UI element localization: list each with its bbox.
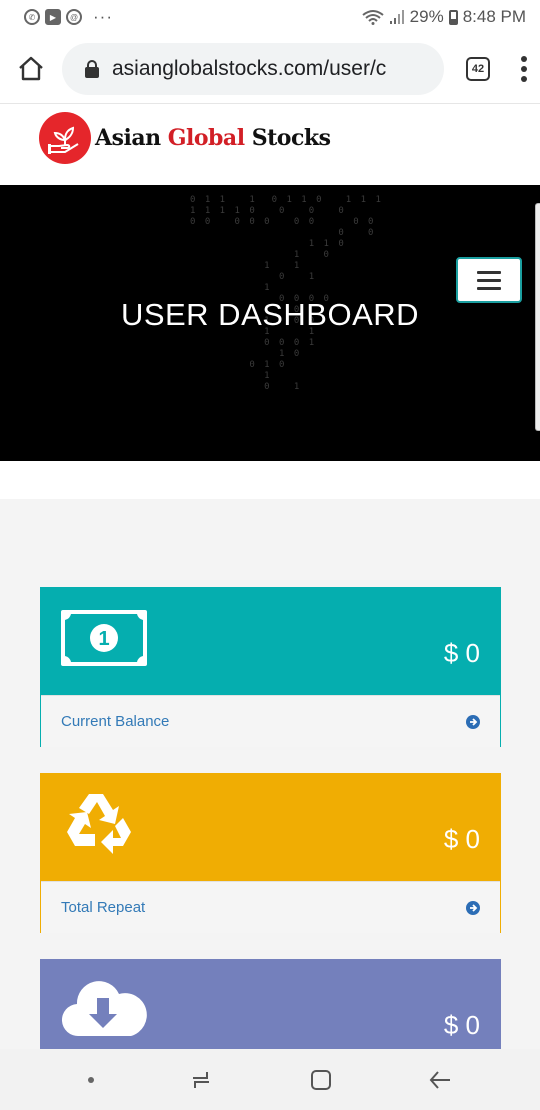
youtube-icon: ▶ [45,9,61,25]
battery-percent: 29% [409,7,444,26]
whatsapp-icon: ✆ [24,9,40,25]
home-icon[interactable] [16,54,46,84]
status-overflow: ··· [93,7,113,26]
card-label[interactable]: Current Balance [61,713,169,730]
status-system-icons: 29% 8:48 PM [362,7,526,27]
logo-hand-plant-icon [39,112,91,164]
address-bar[interactable]: asianglobalstocks.com/user/c [62,42,444,95]
back-arrow-icon[interactable] [428,1068,452,1092]
status-bar: ✆ ▶ @ ··· 29% 8:48 PM [0,0,540,34]
arrow-right-icon[interactable] [466,900,480,915]
url-text[interactable]: asianglobalstocks.com/user/c [112,57,386,81]
site-header: Asian Global Stocks [0,104,540,185]
card-label[interactable]: Total Repeat [61,899,145,916]
recents-icon[interactable] [189,1068,213,1092]
card-header: $ 0 [41,774,500,881]
nav-menu-button[interactable] [456,257,522,303]
notification-icon: @ [66,9,82,25]
tab-switcher-button[interactable]: 42 [466,56,490,81]
lock-icon [85,59,99,78]
card-header: 1 $ 0 [41,588,500,695]
total-repeat-card[interactable]: $ 0 Total Repeat [40,773,501,933]
money-bill-icon: 1 [61,610,147,666]
dashboard-panel: 1 $ 0 Current Balance $ 0 Total Repeat $… [0,499,540,1110]
cloud-download-icon [61,981,147,1037]
battery-icon [448,9,458,25]
logo-word-global: Global [167,125,245,151]
arrow-right-icon[interactable] [466,714,480,729]
binary-rain-decoration: 0 1 1 1 0 1 1 0 1 1 1 1 1 1 1 0 0 0 0 0 … [190,195,383,392]
browser-menu-icon[interactable] [520,55,528,82]
signal-icon [389,10,404,24]
hero-banner: 0 1 1 1 0 1 1 0 1 1 1 1 1 1 1 0 0 0 0 0 … [0,185,540,461]
site-logo[interactable]: Asian Global Stocks [39,112,331,164]
recycle-icon [67,794,131,854]
wifi-icon [362,10,384,25]
current-balance-card[interactable]: 1 $ 0 Current Balance [40,587,501,747]
system-navigation-bar [0,1049,540,1110]
logo-word-stocks: Stocks [251,125,331,151]
logo-word-asian: Asian [95,125,161,151]
browser-toolbar: asianglobalstocks.com/user/c 42 [0,34,540,104]
card-footer-link[interactable]: Current Balance [41,695,500,747]
clock: 8:48 PM [462,7,526,26]
page-scrollbar[interactable] [535,203,540,431]
card-value: $ 0 [443,824,480,854]
card-value: $ 0 [443,638,480,668]
status-notification-icons: ✆ ▶ @ ··· [24,7,113,27]
home-square-icon[interactable] [309,1068,333,1092]
dashboard-content: 1 $ 0 Current Balance $ 0 Total Repeat $… [0,461,540,1110]
svg-text:1: 1 [98,628,109,650]
card-footer-link[interactable]: Total Repeat [41,881,500,933]
nav-dot-icon[interactable] [87,1076,94,1083]
card-value: $ 0 [443,1010,480,1040]
logo-wordmark: Asian Global Stocks [95,125,331,151]
